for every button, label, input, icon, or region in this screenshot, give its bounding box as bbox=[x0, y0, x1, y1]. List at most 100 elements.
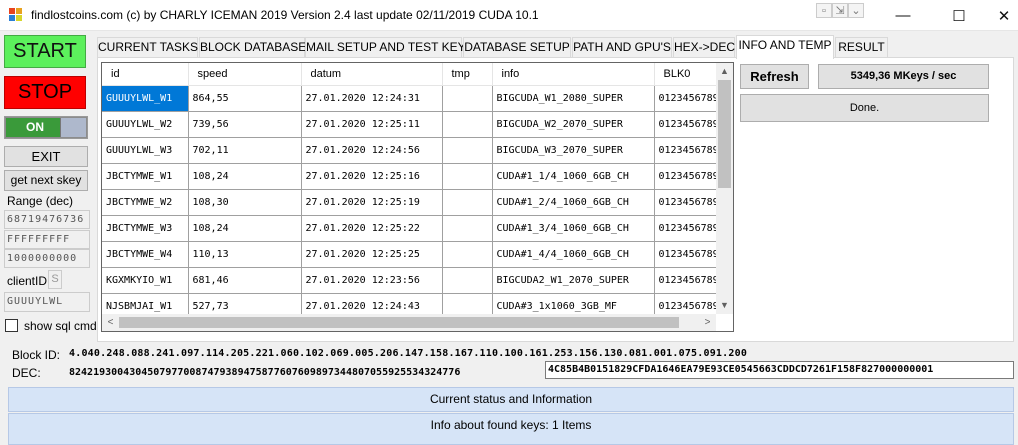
column-header[interactable]: speed bbox=[188, 63, 302, 86]
exit-button[interactable]: EXIT bbox=[4, 146, 88, 167]
tab-block-database[interactable]: BLOCK DATABASE bbox=[199, 37, 306, 58]
cell-tmp[interactable] bbox=[442, 189, 493, 216]
cell-speed[interactable]: 110,13 bbox=[188, 241, 302, 268]
cell-datum[interactable]: 27.01.2020 12:25:25 bbox=[301, 241, 443, 268]
column-header[interactable]: datum bbox=[301, 63, 443, 86]
cell-info[interactable]: BIGCUDA_W2_2070_SUPER bbox=[492, 111, 655, 138]
tab-mail-setup[interactable]: MAIL SETUP AND TEST KEY bbox=[305, 37, 466, 58]
tab-current-tasks[interactable]: CURRENT TASKS bbox=[97, 37, 198, 58]
cell-blk0[interactable]: 0123456789 bbox=[654, 215, 716, 242]
cell-info[interactable]: CUDA#1_4/4_1060_6GB_CH bbox=[492, 241, 655, 268]
column-header[interactable]: tmp bbox=[442, 63, 493, 86]
cell-id[interactable]: JBCTYMWE_W3 bbox=[102, 215, 189, 242]
minimize-button[interactable]: — bbox=[880, 0, 926, 31]
cell-datum[interactable]: 27.01.2020 12:25:11 bbox=[301, 111, 443, 138]
close-button[interactable]: ✕ bbox=[981, 0, 1018, 31]
cell-speed[interactable]: 739,56 bbox=[188, 111, 302, 138]
table-row[interactable]: GUUUYLWL_W1 864,55 27.01.2020 12:24:31 BIGC… bbox=[102, 85, 716, 112]
cell-datum[interactable]: 27.01.2020 12:24:43 bbox=[301, 293, 443, 314]
found-keys-bar[interactable]: Info about found keys: 1 Items bbox=[8, 413, 1014, 445]
cell-speed[interactable]: 108,24 bbox=[188, 215, 302, 242]
cell-tmp[interactable] bbox=[442, 111, 493, 138]
range-start-field[interactable]: 68719476736 bbox=[4, 210, 90, 229]
start-button[interactable]: START bbox=[4, 35, 86, 68]
cell-speed[interactable]: 681,46 bbox=[188, 267, 302, 294]
vertical-scroll-thumb[interactable] bbox=[718, 80, 731, 188]
cell-id[interactable]: JBCTYMWE_W1 bbox=[102, 163, 189, 190]
cell-info[interactable]: BIGCUDA_W3_2070_SUPER bbox=[492, 137, 655, 164]
mini-pin-icon[interactable]: ⇲ bbox=[832, 3, 848, 18]
scroll-left-icon[interactable]: < bbox=[102, 314, 119, 331]
stop-button[interactable]: STOP bbox=[4, 76, 86, 109]
cell-blk0[interactable]: 0123456789 bbox=[654, 241, 716, 268]
cell-datum[interactable]: 27.01.2020 12:25:16 bbox=[301, 163, 443, 190]
table-row[interactable]: JBCTYMWE_W4 110,13 27.01.2020 12:25:25 CUDA… bbox=[102, 241, 716, 268]
cell-id[interactable]: NJSBMJAI_W1 bbox=[102, 293, 189, 314]
cell-datum[interactable]: 27.01.2020 12:24:56 bbox=[301, 137, 443, 164]
show-sql-checkbox[interactable] bbox=[5, 319, 18, 332]
cell-id[interactable]: GUUUYLWL_W1 bbox=[102, 85, 189, 112]
cell-blk0[interactable]: 0123456789 bbox=[654, 137, 716, 164]
cell-info[interactable]: BIGCUDA_W1_2080_SUPER bbox=[492, 85, 655, 112]
tab-path-and-gpus[interactable]: PATH AND GPU'S bbox=[572, 37, 672, 58]
hex-key-field[interactable]: 4C85B4B0151829CFDA1646EA79E93CE0545663CD… bbox=[545, 361, 1014, 379]
table-row[interactable]: KGXMKYIO_W1 681,46 27.01.2020 12:23:56 BIGC… bbox=[102, 267, 716, 294]
scroll-right-icon[interactable]: > bbox=[699, 314, 716, 331]
range-end-field[interactable]: FFFFFFFFF bbox=[4, 230, 90, 249]
cell-tmp[interactable] bbox=[442, 163, 493, 190]
cell-id[interactable]: KGXMKYIO_W1 bbox=[102, 267, 189, 294]
tab-result[interactable]: RESULT bbox=[835, 37, 888, 58]
cell-info[interactable]: CUDA#1_2/4_1060_6GB_CH bbox=[492, 189, 655, 216]
range-step-field[interactable]: 1000000000 bbox=[4, 249, 90, 268]
table-row[interactable]: GUUUYLWL_W3 702,11 27.01.2020 12:24:56 BIGC… bbox=[102, 137, 716, 164]
on-off-toggle[interactable]: ON bbox=[4, 116, 88, 139]
scroll-up-icon[interactable]: ▲ bbox=[716, 63, 733, 80]
column-header[interactable]: info bbox=[492, 63, 655, 86]
cell-tmp[interactable] bbox=[442, 85, 493, 112]
cell-datum[interactable]: 27.01.2020 12:25:22 bbox=[301, 215, 443, 242]
tab-hex-dec[interactable]: HEX->DEC bbox=[673, 37, 735, 58]
cell-speed[interactable]: 864,55 bbox=[188, 85, 302, 112]
cell-blk0[interactable]: 0123456789 bbox=[654, 267, 716, 294]
table-row[interactable]: GUUUYLWL_W2 739,56 27.01.2020 12:25:11 BIGC… bbox=[102, 111, 716, 138]
cell-tmp[interactable] bbox=[442, 293, 493, 314]
client-id-box[interactable]: S bbox=[48, 270, 62, 289]
cell-tmp[interactable] bbox=[442, 267, 493, 294]
column-header[interactable]: id bbox=[102, 63, 189, 86]
cell-speed[interactable]: 108,24 bbox=[188, 163, 302, 190]
cell-datum[interactable]: 27.01.2020 12:24:31 bbox=[301, 85, 443, 112]
cell-id[interactable]: JBCTYMWE_W2 bbox=[102, 189, 189, 216]
cell-id[interactable]: JBCTYMWE_W4 bbox=[102, 241, 189, 268]
table-row[interactable]: JBCTYMWE_W2 108,30 27.01.2020 12:25:19 CUDA… bbox=[102, 189, 716, 216]
tab-database-setup[interactable]: DATABASE SETUP bbox=[463, 37, 571, 58]
refresh-button[interactable]: Refresh bbox=[740, 64, 809, 89]
cell-blk0[interactable]: 0123456789 bbox=[654, 111, 716, 138]
cell-datum[interactable]: 27.01.2020 12:25:19 bbox=[301, 189, 443, 216]
cell-info[interactable]: CUDA#1_1/4_1060_6GB_CH bbox=[492, 163, 655, 190]
cell-blk0[interactable]: 0123456789 bbox=[654, 189, 716, 216]
get-next-skey-button[interactable]: get next skey bbox=[4, 170, 88, 191]
horizontal-scrollbar[interactable]: < > bbox=[102, 314, 716, 331]
cell-info[interactable]: BIGCUDA2_W1_2070_SUPER bbox=[492, 267, 655, 294]
table-row[interactable]: JBCTYMWE_W3 108,24 27.01.2020 12:25:22 CUDA… bbox=[102, 215, 716, 242]
mini-dropdown-icon[interactable]: ⌄ bbox=[848, 3, 864, 18]
scroll-down-icon[interactable]: ▼ bbox=[716, 297, 733, 314]
cell-blk0[interactable]: 0123456789 bbox=[654, 85, 716, 112]
current-status-bar[interactable]: Current status and Information bbox=[8, 387, 1014, 412]
toggle-knob[interactable] bbox=[60, 118, 86, 137]
maximize-button[interactable]: ☐ bbox=[936, 0, 982, 31]
cell-datum[interactable]: 27.01.2020 12:23:56 bbox=[301, 267, 443, 294]
cell-id[interactable]: GUUUYLWL_W2 bbox=[102, 111, 189, 138]
column-header[interactable]: BLK0 bbox=[654, 63, 716, 86]
table-row[interactable]: JBCTYMWE_W1 108,24 27.01.2020 12:25:16 CUDA… bbox=[102, 163, 716, 190]
workers-grid[interactable]: id speed datum tmp info BLK0 GUUUYLWL_W1… bbox=[101, 62, 734, 332]
cell-blk0[interactable]: 0123456789 bbox=[654, 293, 716, 314]
mini-restore-icon[interactable]: ▫ bbox=[816, 3, 832, 18]
cell-blk0[interactable]: 0123456789 bbox=[654, 163, 716, 190]
table-row[interactable]: NJSBMJAI_W1 527,73 27.01.2020 12:24:43 CUDA… bbox=[102, 293, 716, 314]
cell-speed[interactable]: 702,11 bbox=[188, 137, 302, 164]
cell-tmp[interactable] bbox=[442, 215, 493, 242]
cell-tmp[interactable] bbox=[442, 137, 493, 164]
tab-info-and-temp[interactable]: INFO AND TEMP bbox=[736, 35, 834, 59]
cell-info[interactable]: CUDA#1_3/4_1060_6GB_CH bbox=[492, 215, 655, 242]
